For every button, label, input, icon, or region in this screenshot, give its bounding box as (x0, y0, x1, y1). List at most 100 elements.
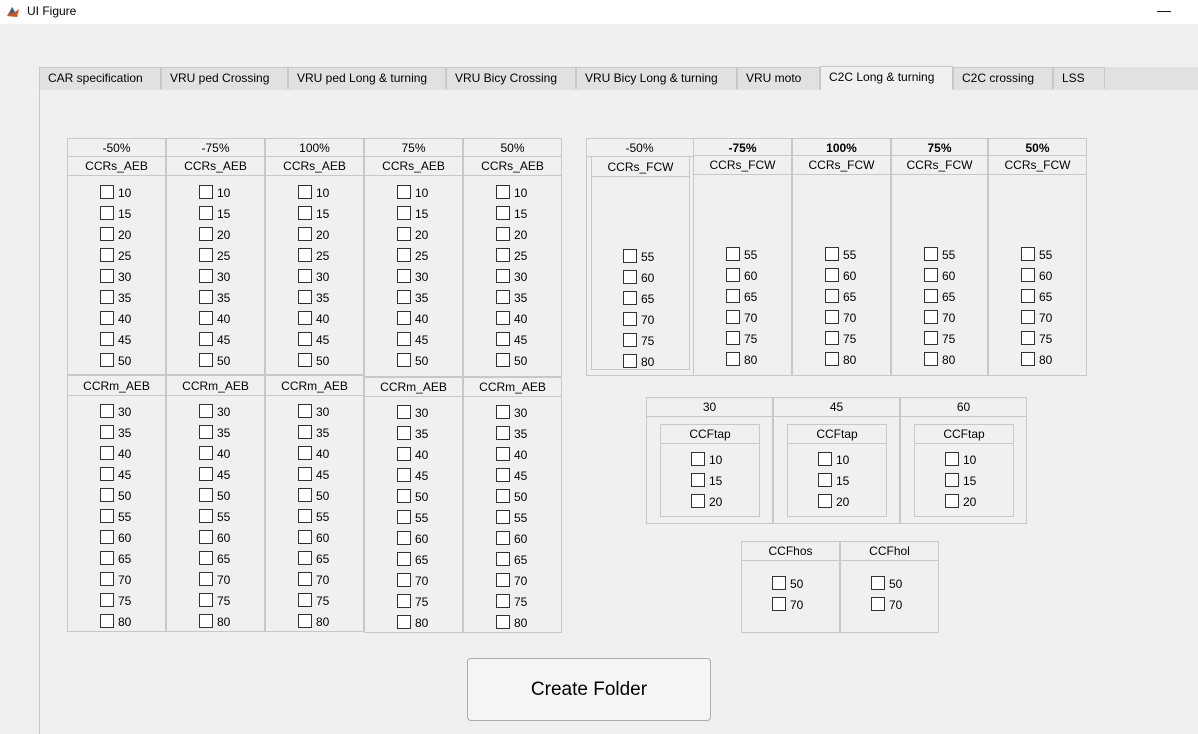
checkbox-box[interactable] (496, 489, 510, 503)
speed-checkbox[interactable]: 50 (871, 576, 902, 592)
speed-checkbox[interactable]: 10 (496, 185, 527, 201)
speed-checkbox[interactable]: 45 (298, 467, 329, 483)
minimize-button[interactable]: — (1146, 0, 1182, 22)
speed-checkbox[interactable]: 80 (1021, 352, 1052, 368)
checkbox-box[interactable] (298, 206, 312, 220)
speed-checkbox[interactable]: 65 (496, 552, 527, 568)
speed-checkbox[interactable]: 50 (199, 488, 230, 504)
speed-checkbox[interactable]: 20 (818, 494, 849, 510)
speed-checkbox[interactable]: 60 (623, 270, 654, 286)
speed-checkbox[interactable]: 35 (100, 425, 131, 441)
speed-checkbox[interactable]: 30 (298, 269, 329, 285)
speed-checkbox[interactable]: 60 (397, 531, 428, 547)
checkbox-box[interactable] (397, 353, 411, 367)
checkbox-box[interactable] (397, 447, 411, 461)
tab-3[interactable]: VRU Bicy Crossing (446, 67, 576, 89)
checkbox-box[interactable] (100, 572, 114, 586)
checkbox-box[interactable] (298, 290, 312, 304)
checkbox-box[interactable] (298, 269, 312, 283)
speed-checkbox[interactable]: 80 (623, 354, 654, 370)
speed-checkbox[interactable]: 45 (199, 467, 230, 483)
checkbox-box[interactable] (726, 247, 740, 261)
speed-checkbox[interactable]: 80 (924, 352, 955, 368)
checkbox-box[interactable] (772, 576, 786, 590)
speed-checkbox[interactable]: 80 (726, 352, 757, 368)
checkbox-box[interactable] (298, 614, 312, 628)
speed-checkbox[interactable]: 25 (397, 248, 428, 264)
checkbox-box[interactable] (726, 289, 740, 303)
speed-checkbox[interactable]: 25 (100, 248, 131, 264)
checkbox-box[interactable] (924, 310, 938, 324)
speed-checkbox[interactable]: 50 (298, 488, 329, 504)
speed-checkbox[interactable]: 60 (1021, 268, 1052, 284)
checkbox-box[interactable] (496, 447, 510, 461)
checkbox-box[interactable] (100, 551, 114, 565)
checkbox-box[interactable] (496, 405, 510, 419)
checkbox-box[interactable] (397, 468, 411, 482)
checkbox-box[interactable] (496, 248, 510, 262)
checkbox-box[interactable] (100, 614, 114, 628)
checkbox-box[interactable] (199, 509, 213, 523)
checkbox-box[interactable] (1021, 247, 1035, 261)
speed-checkbox[interactable]: 75 (726, 331, 757, 347)
speed-checkbox[interactable]: 60 (924, 268, 955, 284)
speed-checkbox[interactable]: 80 (199, 614, 230, 630)
speed-checkbox[interactable]: 15 (298, 206, 329, 222)
speed-checkbox[interactable]: 45 (298, 332, 329, 348)
speed-checkbox[interactable]: 70 (924, 310, 955, 326)
checkbox-box[interactable] (772, 597, 786, 611)
checkbox-box[interactable] (100, 332, 114, 346)
checkbox-box[interactable] (397, 332, 411, 346)
checkbox-box[interactable] (298, 467, 312, 481)
checkbox-box[interactable] (199, 551, 213, 565)
checkbox-box[interactable] (496, 227, 510, 241)
checkbox-box[interactable] (298, 572, 312, 586)
speed-checkbox[interactable]: 65 (825, 289, 856, 305)
speed-checkbox[interactable]: 50 (100, 353, 131, 369)
checkbox-box[interactable] (623, 312, 637, 326)
tab-5[interactable]: VRU moto (737, 67, 820, 89)
checkbox-box[interactable] (298, 227, 312, 241)
checkbox-box[interactable] (397, 185, 411, 199)
speed-checkbox[interactable]: 50 (397, 489, 428, 505)
checkbox-box[interactable] (199, 248, 213, 262)
checkbox-box[interactable] (100, 185, 114, 199)
checkbox-box[interactable] (496, 594, 510, 608)
tab-8[interactable]: LSS (1053, 67, 1105, 89)
speed-checkbox[interactable]: 80 (100, 614, 131, 630)
speed-checkbox[interactable]: 30 (100, 404, 131, 420)
speed-checkbox[interactable]: 60 (825, 268, 856, 284)
checkbox-box[interactable] (623, 291, 637, 305)
checkbox-box[interactable] (100, 425, 114, 439)
speed-checkbox[interactable]: 15 (818, 473, 849, 489)
speed-checkbox[interactable]: 35 (100, 290, 131, 306)
speed-checkbox[interactable]: 75 (623, 333, 654, 349)
tab-7[interactable]: C2C crossing (953, 67, 1053, 89)
speed-checkbox[interactable]: 40 (397, 311, 428, 327)
speed-checkbox[interactable]: 60 (496, 531, 527, 547)
speed-checkbox[interactable]: 50 (496, 489, 527, 505)
checkbox-box[interactable] (496, 353, 510, 367)
speed-checkbox[interactable]: 60 (100, 530, 131, 546)
checkbox-box[interactable] (818, 452, 832, 466)
speed-checkbox[interactable]: 55 (100, 509, 131, 525)
speed-checkbox[interactable]: 15 (397, 206, 428, 222)
checkbox-box[interactable] (1021, 331, 1035, 345)
speed-checkbox[interactable]: 35 (496, 290, 527, 306)
checkbox-box[interactable] (100, 467, 114, 481)
checkbox-box[interactable] (397, 615, 411, 629)
speed-checkbox[interactable]: 55 (199, 509, 230, 525)
speed-checkbox[interactable]: 30 (397, 269, 428, 285)
checkbox-box[interactable] (496, 206, 510, 220)
checkbox-box[interactable] (397, 206, 411, 220)
speed-checkbox[interactable]: 65 (1021, 289, 1052, 305)
speed-checkbox[interactable]: 70 (1021, 310, 1052, 326)
checkbox-box[interactable] (871, 576, 885, 590)
speed-checkbox[interactable]: 50 (100, 488, 131, 504)
checkbox-box[interactable] (397, 227, 411, 241)
speed-checkbox[interactable]: 45 (100, 467, 131, 483)
checkbox-box[interactable] (825, 268, 839, 282)
checkbox-box[interactable] (298, 509, 312, 523)
speed-checkbox[interactable]: 55 (726, 247, 757, 263)
checkbox-box[interactable] (199, 227, 213, 241)
